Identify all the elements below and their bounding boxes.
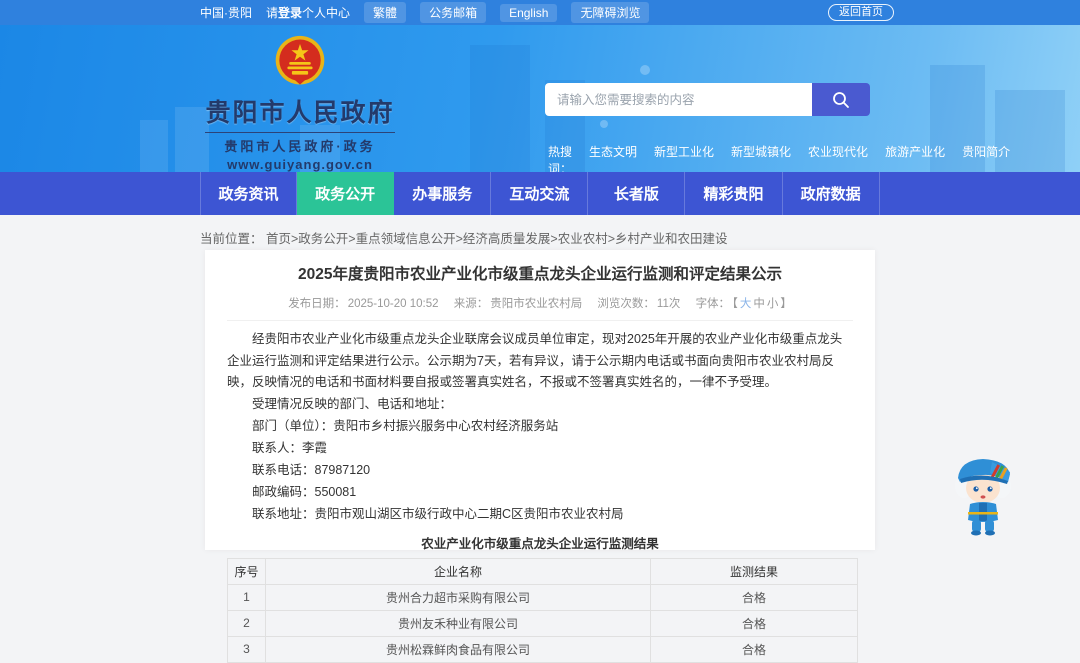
cell-seq: 3 <box>227 635 266 663</box>
search-box <box>545 83 870 116</box>
paragraph-contact-intro: 受理情况反映的部门、电话和地址： <box>252 397 453 412</box>
source-value: 贵阳市农业农村局 <box>490 297 583 310</box>
header-seq: 序号 <box>227 557 266 585</box>
breadcrumb-label: 当前位置： <box>200 232 263 246</box>
article-card: 2025年度贵阳市农业产业化市级重点龙头企业运行监测和评定结果公示 发布日期： 2… <box>205 250 875 663</box>
mascot-icon <box>955 459 1011 536</box>
cell-result: 合格 <box>650 635 858 663</box>
paragraph-announcement: 经贵阳市农业产业化市级重点龙头企业联席会议成员单位审定，现对2025年开展的农业… <box>227 331 843 390</box>
hot-search-label: 热搜词： <box>548 145 573 172</box>
cell-seq: 1 <box>227 583 266 611</box>
site-url: www.guiyang.gov.cn <box>227 157 373 172</box>
paragraph-postcode: 邮政编码：550081 <box>252 484 357 499</box>
traditional-chinese-button[interactable]: 繁體 <box>364 2 407 23</box>
nav-item-interaction[interactable]: 互动交流 <box>491 172 589 215</box>
header-company-name: 企业名称 <box>265 557 651 585</box>
table-row: 2 贵州友禾种业有限公司 合格 <box>227 609 858 637</box>
logo-separator <box>205 132 395 133</box>
font-size-large-button[interactable]: 大 <box>740 298 752 310</box>
cell-result: 合格 <box>650 609 858 637</box>
search-icon <box>833 91 849 108</box>
table-row: 3 贵州松霖鲜肉食品有限公司 合格 <box>227 635 858 663</box>
cell-seq: 2 <box>227 609 266 637</box>
font-size-medium-button[interactable]: 中 <box>753 298 765 310</box>
nav-item-gov-disclosure[interactable]: 政务公开 <box>297 172 395 215</box>
login-suffix: 个人中心 <box>302 6 351 20</box>
source-label: 来源： <box>453 297 489 310</box>
article-title: 2025年度贵阳市农业产业化市级重点龙头企业运行监测和评定结果公示 <box>298 266 782 283</box>
national-emblem-icon <box>275 35 325 85</box>
assistant-mascot[interactable] <box>948 452 1018 537</box>
hot-link-industry[interactable]: 新型工业化 <box>654 143 714 172</box>
nav-item-highlights[interactable]: 精彩贵阳 <box>685 172 783 215</box>
hot-search-row: 热搜词： 生态文明 新型工业化 新型城镇化 农业现代化 旅游产业化 贵阳简介 <box>548 143 1010 172</box>
site-banner: 贵阳市人民政府 贵阳市人民政府·政务 www.guiyang.gov.cn 热搜… <box>0 25 1080 172</box>
article-meta: 发布日期： 2025-10-20 10:52 来源： 贵阳市农业农村局 浏览次数： 1… <box>227 295 853 321</box>
nav-item-gov-data[interactable]: 政府数据 <box>783 172 880 215</box>
topbar-region-link[interactable]: 中国·贵阳 <box>200 4 252 21</box>
english-button[interactable]: English <box>500 3 558 22</box>
breadcrumb-path[interactable]: 首页>政务公开>重点领域信息公开>经济高质量发展>农业农村>乡村产业和农田建设 <box>266 232 728 246</box>
topbar: 中国·贵阳 请登录个人中心 繁體 公务邮箱 English 无障碍浏览 返回首页 <box>0 0 1080 25</box>
publish-date-label: 发布日期： <box>288 297 346 310</box>
table-header-row: 序号 企业名称 监测结果 <box>227 557 858 585</box>
login-prefix: 请 <box>266 6 279 20</box>
paragraph-phone: 联系电话：87987120 <box>252 462 371 477</box>
back-to-home-button[interactable]: 返回首页 <box>828 4 894 21</box>
cell-company: 贵州合力超市采购有限公司 <box>265 583 651 611</box>
site-subtitle: 贵阳市人民政府·政务 <box>224 139 376 154</box>
main-nav: 政务资讯 政务公开 办事服务 互动交流 长者版 精彩贵阳 政府数据 <box>0 172 1080 215</box>
topbar-links: 中国·贵阳 请登录个人中心 繁體 公务邮箱 English 无障碍浏览 <box>200 0 880 25</box>
login-link[interactable]: 请登录个人中心 <box>266 4 350 21</box>
hot-link-ecology[interactable]: 生态文明 <box>589 143 637 172</box>
nav-item-senior-version[interactable]: 长者版 <box>588 172 686 215</box>
paragraph-contact-person: 联系人：李霞 <box>252 441 328 456</box>
hot-link-agriculture[interactable]: 农业现代化 <box>808 143 868 172</box>
header-result: 监测结果 <box>650 557 858 585</box>
table-row: 1 贵州合力超市采购有限公司 合格 <box>227 583 858 611</box>
table-caption: 农业产业化市级重点龙头企业运行监测结果 <box>421 536 659 551</box>
accessibility-button[interactable]: 无障碍浏览 <box>571 2 650 23</box>
official-mail-button[interactable]: 公务邮箱 <box>420 2 487 23</box>
font-bracket-open: 【 <box>732 297 738 310</box>
views-value: 11次 <box>656 297 681 310</box>
paragraph-address: 联系地址：贵阳市观山湖区市级行政中心二期C区贵阳市农业农村局 <box>252 506 624 521</box>
hot-link-tourism[interactable]: 旅游产业化 <box>885 143 945 172</box>
site-name: 贵阳市人民政府 <box>205 99 395 127</box>
hot-link-guiyang-intro[interactable]: 贵阳简介 <box>962 143 1010 172</box>
search-input[interactable] <box>545 83 812 116</box>
publish-date: 2025-10-20 10:52 <box>347 297 439 310</box>
nav-item-news[interactable]: 政务资讯 <box>200 172 298 215</box>
login-bold: 登录 <box>278 6 303 20</box>
monitoring-result-table: 序号 企业名称 监测结果 1 贵州合力超市采购有限公司 合格 2 贵州友禾种业有… <box>227 557 858 663</box>
font-size-small-button[interactable]: 小 <box>767 298 779 310</box>
views-label: 浏览次数： <box>597 297 655 310</box>
breadcrumb: 当前位置： 首页>政务公开>重点领域信息公开>经济高质量发展>农业农村>乡村产业… <box>200 228 728 247</box>
hot-link-urbanization[interactable]: 新型城镇化 <box>731 143 791 172</box>
site-logo[interactable]: 贵阳市人民政府 贵阳市人民政府·政务 www.guiyang.gov.cn <box>200 33 400 172</box>
cell-company: 贵州友禾种业有限公司 <box>265 609 651 637</box>
paragraph-department: 部门（单位）：贵阳市乡村振兴服务中心农村经济服务站 <box>252 419 559 434</box>
cell-result: 合格 <box>650 583 858 611</box>
nav-item-services[interactable]: 办事服务 <box>394 172 492 215</box>
search-button[interactable] <box>812 83 870 116</box>
cell-company: 贵州松霖鲜肉食品有限公司 <box>265 635 651 663</box>
font-size-label: 字体： <box>695 297 731 310</box>
font-bracket-close: 】 <box>780 297 792 310</box>
article-body: 经贵阳市农业产业化市级重点龙头企业联席会议成员单位审定，现对2025年开展的农业… <box>227 329 853 526</box>
